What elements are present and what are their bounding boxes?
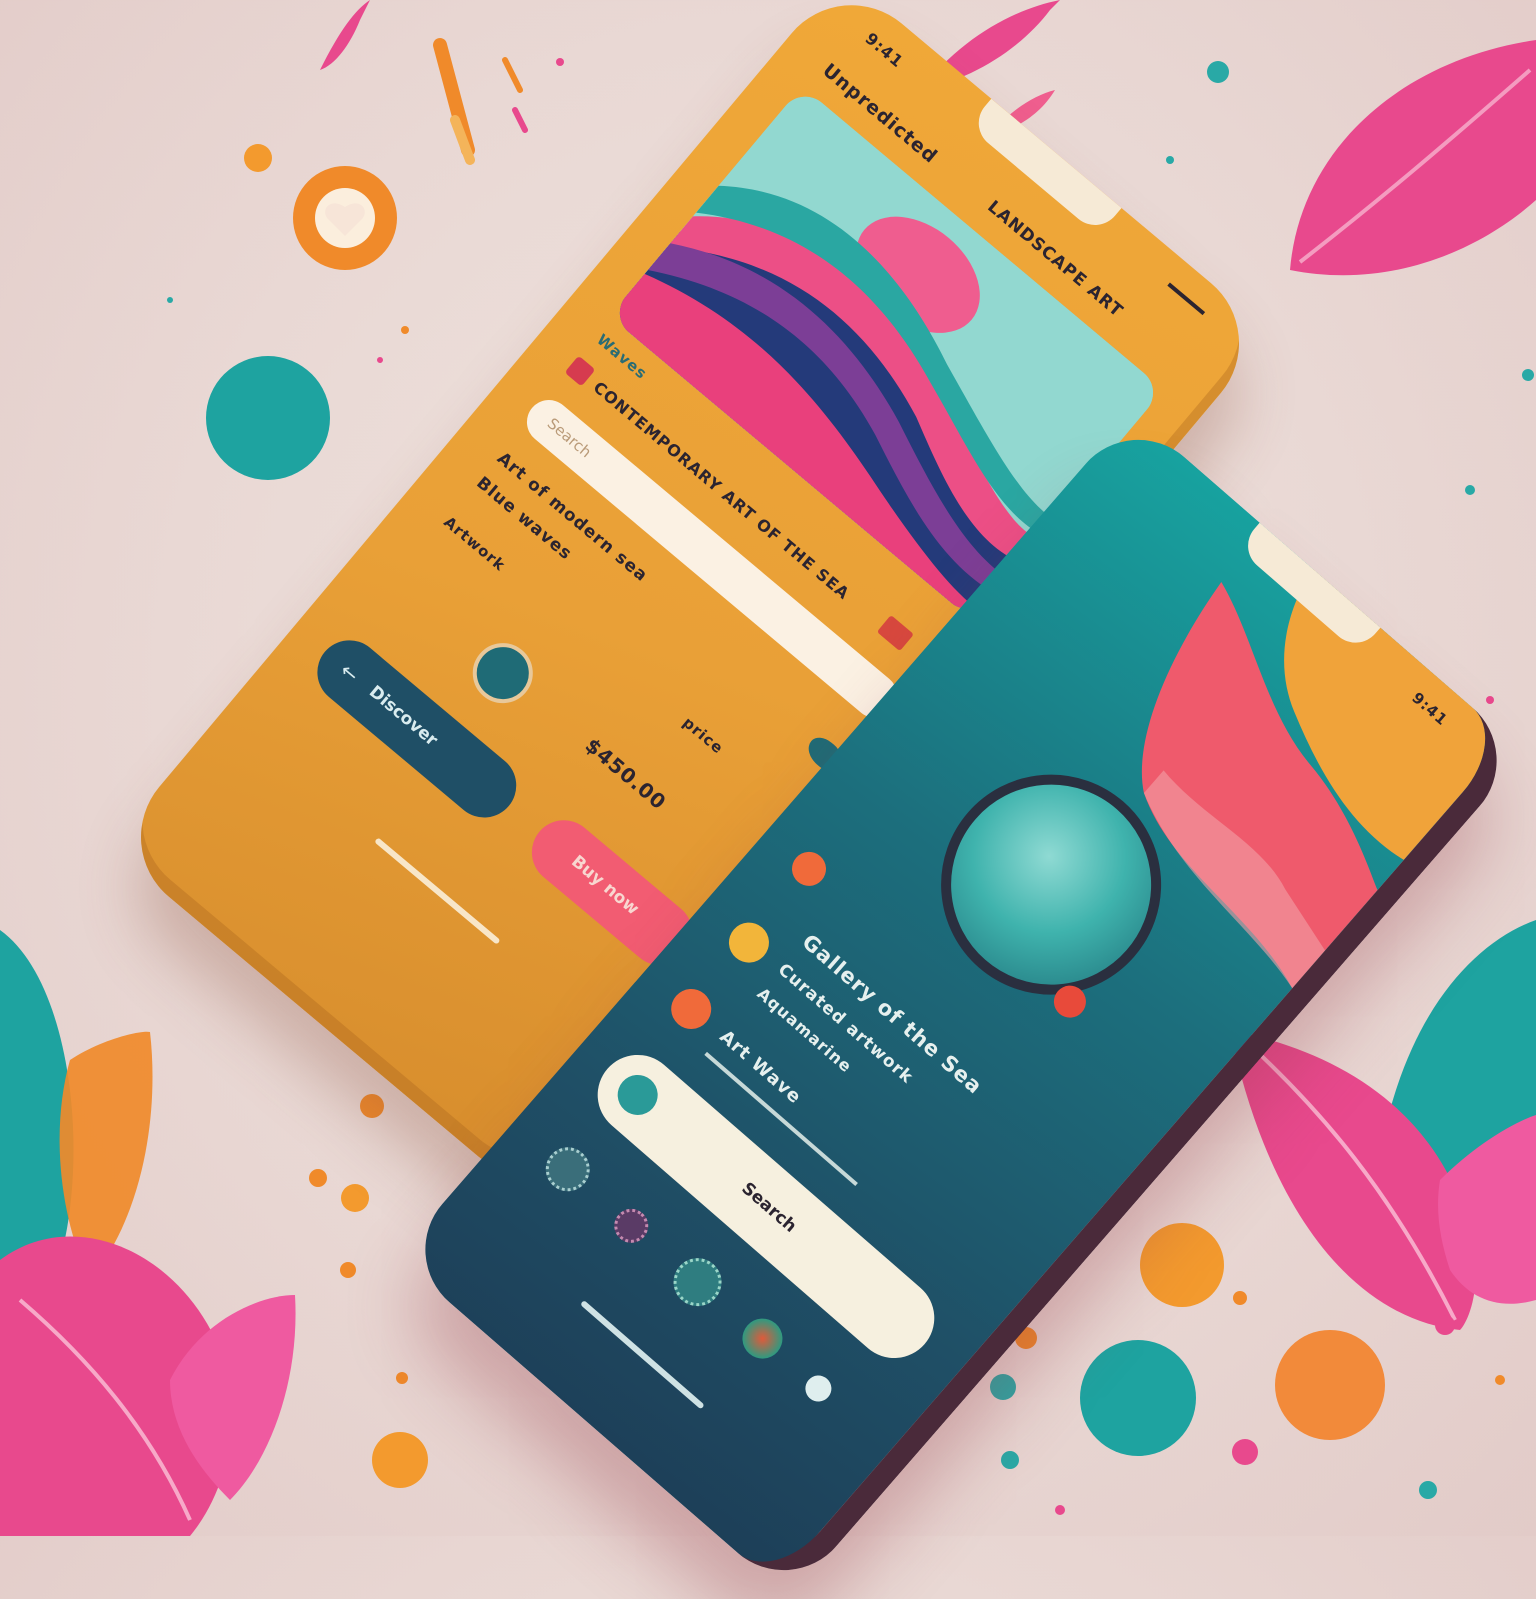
arrow-left-icon: ← (335, 657, 364, 688)
price-label: $450.00 (580, 733, 672, 815)
search-input-label: Search (543, 414, 595, 462)
teal-dot-left (206, 356, 330, 480)
nav-item-1[interactable] (536, 1138, 599, 1201)
nav-item-3[interactable] (663, 1248, 732, 1317)
buy-now-button-label: Buy now (567, 851, 643, 920)
crown-icon[interactable] (876, 615, 914, 652)
search-bar-label: Search (737, 1178, 801, 1237)
orange-badge (785, 844, 833, 893)
orange-dot-br (1140, 1223, 1224, 1307)
search-avatar-icon (609, 1066, 666, 1124)
row-icon-left (564, 355, 596, 387)
home-indicator[interactable] (374, 837, 501, 945)
avatar-orange[interactable] (662, 980, 720, 1038)
home-indicator-teal[interactable] (580, 1300, 705, 1410)
pink-stroke-top (320, 0, 370, 70)
status-icons (1159, 282, 1206, 325)
nav-item-2[interactable] (607, 1201, 656, 1250)
item-title: Art Wave (715, 1026, 806, 1109)
status-time: 9:41 (861, 28, 908, 72)
nav-item-5[interactable] (800, 1370, 837, 1407)
profile-icon[interactable] (460, 630, 546, 716)
orange-dot-br-2 (1275, 1330, 1385, 1440)
discover-button-label: Discover (365, 681, 442, 751)
meta-left-label: Artwork (440, 512, 510, 575)
teal-dot-br (1080, 1340, 1196, 1456)
meta-right-label: price (679, 713, 728, 758)
avatar-yellow[interactable] (720, 914, 778, 971)
nav-item-4[interactable] (734, 1310, 791, 1367)
